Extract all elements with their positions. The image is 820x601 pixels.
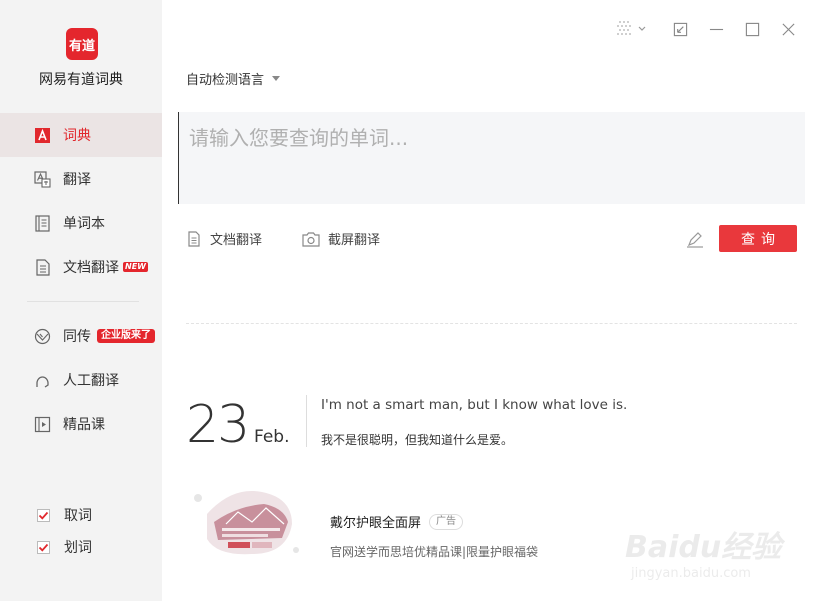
camera-icon	[302, 231, 320, 247]
watermark-main: Baidu经验	[625, 530, 782, 565]
daily-divider	[306, 395, 307, 447]
doc-translate-button[interactable]: 文档翻译	[186, 229, 262, 248]
sidebar-item-label: 人工翻译	[63, 373, 119, 389]
sidebar-item-label: 精品课	[63, 417, 105, 433]
language-select[interactable]: 自动检测语言	[186, 69, 281, 88]
screenshot-translate-button[interactable]: 截屏翻译	[302, 229, 380, 248]
ad-title[interactable]: 戴尔护眼全面屏 广告	[330, 512, 464, 531]
section-divider	[186, 323, 797, 324]
ad-title-text: 戴尔护眼全面屏	[330, 516, 422, 531]
daily-day: 23	[186, 395, 250, 455]
checkbox-checked-icon[interactable]	[37, 540, 50, 554]
maximize-icon	[745, 22, 759, 36]
close-button[interactable]	[770, 18, 806, 40]
close-icon	[781, 22, 795, 36]
checkbox-label: 取词	[64, 508, 92, 524]
app-name: 网易有道词典	[39, 72, 123, 88]
sidebar-item-simultaneous[interactable]: 同传 企业版来了	[0, 314, 162, 358]
sidebar-item-label: 单词本	[63, 216, 105, 232]
daily-quote-english[interactable]: I'm not a smart man, but I know what lov…	[321, 397, 627, 413]
document-icon	[188, 230, 200, 247]
skin-icon	[617, 21, 646, 35]
checkbox-checked-icon[interactable]	[37, 508, 50, 522]
sidebar-item-human-translate[interactable]: 人工翻译	[0, 358, 162, 402]
checkbox-label: 划词	[64, 540, 92, 556]
sidebar-item-label: 翻译	[63, 172, 91, 188]
caret-down-icon	[272, 76, 281, 81]
mini-mode-icon	[673, 22, 687, 36]
select-word-checkbox[interactable]: 划词	[37, 537, 92, 557]
watermark-sub: jingyan.baidu.com	[631, 566, 751, 581]
sidebar-item-wordbook[interactable]: 单词本	[0, 201, 162, 245]
word-search-input[interactable]	[178, 112, 805, 204]
baidu-watermark: Baidu经验 jingyan.baidu.com	[625, 522, 815, 582]
ad-description[interactable]: 官网送学而思培优精品课|限量护眼福袋	[330, 543, 538, 560]
headset-icon	[34, 372, 51, 389]
simultaneous-icon	[34, 328, 51, 345]
enterprise-badge: 企业版来了	[97, 329, 155, 343]
mini-mode-button[interactable]	[662, 18, 698, 40]
doc-translate-label: 文档翻译	[210, 233, 263, 248]
sidebar-item-label: 词典	[63, 128, 91, 144]
translate-icon	[34, 170, 51, 188]
minimize-button[interactable]	[698, 18, 734, 40]
skin-menu-button[interactable]	[610, 18, 654, 40]
query-button[interactable]: 查询	[719, 225, 797, 252]
dictionary-icon	[34, 127, 51, 144]
sidebar-item-dictionary[interactable]: 词典	[0, 113, 162, 157]
language-select-label: 自动检测语言	[186, 73, 265, 88]
daily-month: Feb.	[254, 427, 290, 447]
edit-pen-icon[interactable]	[686, 230, 704, 248]
sidebar-item-courses[interactable]: 精品课	[0, 402, 162, 446]
new-badge: NEW	[123, 262, 148, 272]
sidebar: 有道 网易有道词典 词典 翻译 单词本 文档翻译 NEW 同传 企业版来了 人工…	[0, 0, 162, 601]
sidebar-item-label: 文档翻译	[63, 260, 119, 276]
document-icon	[34, 258, 51, 276]
wordbook-icon	[34, 214, 51, 232]
minimize-icon	[709, 28, 723, 30]
sidebar-item-translate[interactable]: 翻译	[0, 157, 162, 201]
sidebar-divider	[27, 301, 139, 302]
sidebar-item-label: 同传	[63, 329, 91, 345]
ad-image[interactable]	[192, 484, 302, 558]
screenshot-translate-label: 截屏翻译	[328, 233, 381, 248]
course-play-icon	[34, 416, 51, 433]
sidebar-item-doc-translate[interactable]: 文档翻译 NEW	[0, 245, 162, 289]
capture-word-checkbox[interactable]: 取词	[37, 505, 92, 525]
app-logo: 有道	[66, 28, 98, 60]
window-controls	[610, 18, 806, 40]
daily-quote-chinese: 我不是很聪明，但我知道什么是爱。	[321, 433, 514, 447]
maximize-button[interactable]	[734, 18, 770, 40]
ad-tag: 广告	[429, 513, 464, 530]
